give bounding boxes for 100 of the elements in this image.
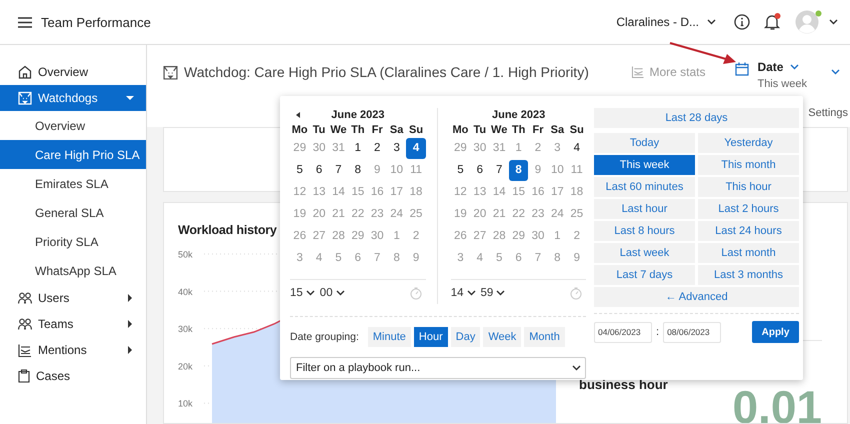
- calendar-day[interactable]: 10: [550, 164, 564, 176]
- grouping-option[interactable]: Week: [483, 327, 522, 347]
- calendar-day[interactable]: 9: [412, 252, 420, 264]
- preset-button[interactable]: Last 24 hours: [698, 221, 799, 241]
- calendar-day[interactable]: 14: [492, 186, 506, 198]
- calendar-day[interactable]: 7: [335, 164, 342, 176]
- hour-select[interactable]: 15: [290, 287, 315, 299]
- calendar-day[interactable]: 28: [332, 230, 345, 242]
- calendar-day[interactable]: 31: [332, 142, 345, 154]
- preset-button[interactable]: This month: [698, 155, 799, 175]
- calendar-day[interactable]: 14: [332, 186, 345, 198]
- menu-icon[interactable]: [18, 16, 32, 28]
- calendar-day[interactable]: 3: [554, 142, 561, 154]
- info-icon[interactable]: [734, 14, 750, 30]
- calendar-day[interactable]: 22: [351, 208, 364, 220]
- sidebar-item[interactable]: Watchdogs: [0, 85, 146, 111]
- calendar-day[interactable]: 16: [532, 186, 544, 198]
- minute-select[interactable]: 00: [320, 287, 345, 299]
- calendar-day[interactable]: 21: [492, 208, 506, 220]
- date-input[interactable]: 04/06/2023: [594, 322, 652, 342]
- sidebar-item[interactable]: Mentions: [0, 337, 146, 363]
- calendar-day[interactable]: 8: [554, 252, 561, 264]
- bell-icon[interactable]: [764, 13, 781, 31]
- sidebar-item[interactable]: Cases: [0, 363, 146, 389]
- calendar-day[interactable]: 29: [293, 142, 306, 154]
- calendar-day[interactable]: 17: [550, 186, 564, 198]
- calendar-day[interactable]: 1: [393, 230, 400, 242]
- calendar-day[interactable]: 29: [351, 230, 364, 242]
- calendar-day[interactable]: 4: [406, 138, 426, 158]
- calendar-day[interactable]: 30: [370, 230, 384, 242]
- calendar-day[interactable]: 9: [574, 252, 580, 264]
- sidebar-item[interactable]: Overview: [0, 111, 146, 140]
- calendar-day[interactable]: 1: [515, 142, 522, 154]
- sidebar-item[interactable]: WhatsApp SLA: [0, 256, 146, 285]
- sidebar-item[interactable]: Users: [0, 285, 146, 311]
- preset-button[interactable]: Today: [594, 133, 695, 153]
- calendar-day[interactable]: 2: [412, 230, 420, 242]
- preset-button[interactable]: Last hour: [594, 199, 695, 219]
- calendar-day[interactable]: 5: [496, 252, 502, 264]
- calendar-day[interactable]: 26: [293, 230, 306, 242]
- calendar-day[interactable]: 21: [332, 208, 345, 220]
- date-selector[interactable]: Date This week: [735, 60, 807, 90]
- calendar-day[interactable]: 1: [554, 230, 561, 242]
- calendar-day[interactable]: 17: [390, 186, 404, 198]
- chevron-down-icon[interactable]: [831, 69, 840, 75]
- preset-button[interactable]: ← Advanced: [594, 287, 799, 307]
- calendar-day[interactable]: 15: [351, 186, 364, 198]
- more-stats-button[interactable]: More stats: [631, 65, 706, 79]
- preset-button[interactable]: Last 60 minutes: [594, 177, 695, 197]
- preset-button[interactable]: Last month: [698, 243, 799, 263]
- preset-button[interactable]: Last week: [594, 243, 695, 263]
- calendar-day[interactable]: 25: [570, 208, 584, 220]
- calendar-day[interactable]: 5: [296, 164, 303, 176]
- calendar-day[interactable]: 13: [473, 186, 486, 198]
- calendar-day[interactable]: 4: [476, 252, 484, 264]
- sidebar-item[interactable]: Teams: [0, 311, 146, 337]
- calendar-day[interactable]: 16: [370, 186, 384, 198]
- calendar-day[interactable]: 27: [312, 230, 326, 242]
- calendar-day[interactable]: 6: [316, 164, 322, 176]
- calendar-day[interactable]: 24: [390, 208, 404, 220]
- calendar-day[interactable]: 6: [515, 252, 522, 264]
- calendar-day[interactable]: 18: [570, 186, 584, 198]
- calendar-day[interactable]: 7: [374, 252, 380, 264]
- calendar-day[interactable]: 23: [532, 208, 544, 220]
- previous-month-icon[interactable]: [296, 112, 300, 118]
- preset-button[interactable]: Last 28 days: [594, 108, 799, 128]
- preset-button[interactable]: Last 2 hours: [698, 199, 799, 219]
- calendar-day[interactable]: 29: [454, 142, 467, 154]
- sidebar-item[interactable]: Overview: [0, 59, 146, 85]
- calendar-day[interactable]: 15: [512, 186, 525, 198]
- sidebar-item[interactable]: Care High Prio SLA: [0, 140, 146, 169]
- calendar-day[interactable]: 8: [354, 164, 362, 176]
- calendar-day[interactable]: 20: [473, 208, 486, 220]
- calendar-day[interactable]: 2: [534, 142, 542, 154]
- calendar-day[interactable]: 24: [550, 208, 564, 220]
- calendar-day[interactable]: 3: [296, 252, 303, 264]
- calendar-day[interactable]: 13: [312, 186, 326, 198]
- grouping-option[interactable]: Hour: [414, 327, 448, 347]
- calendar-day[interactable]: 18: [410, 186, 422, 198]
- calendar-day[interactable]: 11: [570, 164, 583, 176]
- calendar-day[interactable]: 20: [312, 208, 326, 220]
- calendar-day[interactable]: 8: [393, 252, 400, 264]
- calendar-day[interactable]: 25: [410, 208, 422, 220]
- calendar-day[interactable]: 2: [574, 230, 580, 242]
- calendar-day[interactable]: 9: [534, 164, 542, 176]
- calendar-day[interactable]: 9: [374, 164, 380, 176]
- calendar-day[interactable]: 19: [293, 208, 306, 220]
- grouping-option[interactable]: Minute: [368, 327, 411, 347]
- preset-button[interactable]: This week: [594, 155, 695, 175]
- calendar-day[interactable]: 3: [457, 252, 464, 264]
- calendar-day[interactable]: 12: [454, 186, 467, 198]
- preset-button[interactable]: Last 3 months: [698, 265, 799, 285]
- apply-button[interactable]: Apply: [752, 321, 799, 343]
- calendar-day[interactable]: 1: [354, 142, 362, 154]
- calendar-day[interactable]: 6: [354, 252, 362, 264]
- calendar-day[interactable]: 27: [473, 230, 486, 242]
- grouping-option[interactable]: Day: [450, 327, 480, 347]
- preset-button[interactable]: This hour: [698, 177, 799, 197]
- preset-button[interactable]: Yesterday: [698, 133, 799, 153]
- calendar-day[interactable]: 8: [508, 160, 528, 180]
